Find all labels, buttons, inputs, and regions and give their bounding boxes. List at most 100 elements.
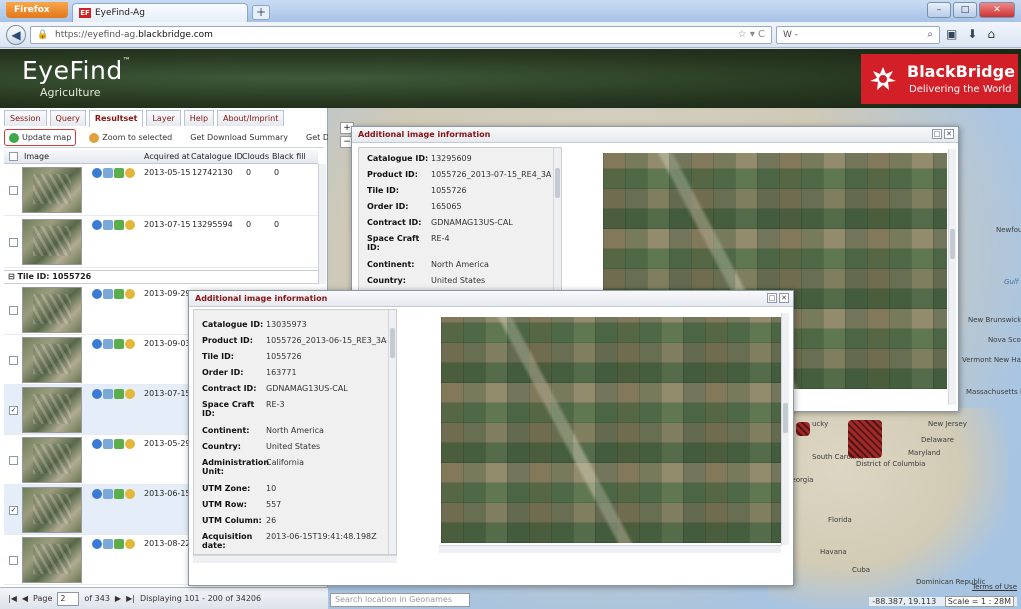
new-tab-button[interactable]: + — [252, 5, 270, 20]
tab-about[interactable]: About/Imprint — [217, 110, 285, 126]
download-icon[interactable] — [114, 339, 124, 349]
download-icon[interactable] — [114, 539, 124, 549]
close-icon[interactable]: ✕ — [979, 2, 1015, 18]
search-input[interactable]: W - ⌕ — [776, 26, 940, 44]
thumbnail-image[interactable] — [22, 167, 82, 213]
copy-icon[interactable] — [103, 489, 113, 499]
tab-resultset[interactable]: Resultset — [88, 110, 144, 127]
browser-tab[interactable]: EF EyeFind-Ag — [72, 3, 248, 22]
firefox-menu-button[interactable]: Firefox — [6, 2, 68, 18]
row-checkbox[interactable] — [9, 556, 18, 565]
copy-icon[interactable] — [103, 439, 113, 449]
thumbnail-image[interactable] — [22, 219, 82, 265]
window-title[interactable]: Additional image information — [352, 127, 958, 143]
bookmark-star-icon[interactable]: ☆ ▾ C — [738, 27, 765, 43]
info-icon[interactable] — [92, 489, 102, 499]
column-acquired[interactable]: Acquired at — [144, 152, 190, 161]
table-row[interactable]: 2013-05-15 12742130 0 0 — [4, 164, 318, 216]
minimize-icon[interactable]: – — [927, 2, 951, 18]
locate-icon[interactable] — [125, 168, 135, 178]
download-icon[interactable] — [114, 220, 124, 230]
download-icon[interactable] — [114, 489, 124, 499]
home-icon[interactable]: ⌂ — [987, 27, 995, 41]
back-arrow-icon[interactable]: ◀ — [6, 25, 26, 45]
column-clouds[interactable]: Clouds — [242, 152, 269, 161]
preview-scrollbar[interactable] — [781, 313, 789, 545]
row-checkbox[interactable] — [9, 456, 18, 465]
thumbnail-image[interactable] — [22, 287, 82, 333]
zoom-selected-button[interactable]: Zoom to selected — [84, 129, 177, 146]
locate-icon[interactable] — [125, 220, 135, 230]
thumbnail-image[interactable] — [22, 337, 82, 383]
download-icon[interactable] — [114, 439, 124, 449]
bookmarks-icon[interactable]: ▣ — [946, 27, 957, 41]
row-checkbox[interactable]: ✓ — [9, 506, 18, 515]
copy-icon[interactable] — [103, 389, 113, 399]
info-icon[interactable] — [92, 389, 102, 399]
tile-group-header[interactable]: ⊟ Tile ID: 1055726 — [4, 270, 318, 284]
tab-query[interactable]: Query — [49, 110, 86, 126]
page-number-input[interactable]: 2 — [57, 591, 80, 606]
row-checkbox[interactable]: ✓ — [9, 406, 18, 415]
info-icon[interactable] — [92, 339, 102, 349]
info-icon[interactable] — [92, 539, 102, 549]
properties-scrollbar[interactable] — [388, 310, 396, 554]
next-page-icon[interactable]: ▶ — [115, 594, 121, 603]
geonames-search-input[interactable]: Search location in Geonames — [330, 593, 470, 607]
copy-icon[interactable] — [103, 539, 113, 549]
copy-icon[interactable] — [103, 168, 113, 178]
footprint-marker[interactable] — [848, 420, 882, 458]
image-info-window[interactable]: Additional image information □ ✕ Catalog… — [188, 290, 794, 586]
tab-layer[interactable]: Layer — [146, 110, 181, 126]
first-page-icon[interactable]: |◀ — [8, 594, 17, 603]
info-icon[interactable] — [92, 168, 102, 178]
grid-scrollbar[interactable] — [318, 164, 326, 284]
copy-icon[interactable] — [103, 220, 113, 230]
last-page-icon[interactable]: ▶| — [126, 594, 135, 603]
restore-icon[interactable]: □ — [932, 129, 942, 139]
tab-help[interactable]: Help — [183, 110, 215, 126]
preview-scrollbar[interactable] — [948, 149, 956, 405]
prev-page-icon[interactable]: ◀ — [22, 594, 28, 603]
row-checkbox[interactable] — [9, 238, 18, 247]
locate-icon[interactable] — [125, 289, 135, 299]
download-icon[interactable]: ⬇ — [967, 27, 977, 41]
thumbnail-image[interactable] — [22, 487, 82, 533]
maximize-icon[interactable]: □ — [953, 2, 977, 18]
info-icon[interactable] — [92, 289, 102, 299]
properties-hscrollbar[interactable] — [193, 555, 397, 563]
copy-icon[interactable] — [103, 339, 113, 349]
update-map-button[interactable]: Update map — [4, 129, 77, 146]
row-checkbox[interactable] — [9, 356, 18, 365]
column-blackfill[interactable]: Black fill — [272, 152, 306, 161]
table-row[interactable]: 2013-07-15 13295594 0 0 — [4, 216, 318, 268]
info-icon[interactable] — [92, 220, 102, 230]
locate-icon[interactable] — [125, 339, 135, 349]
url-bar[interactable]: 🔒 https://eyefind-ag.blackbridge.com ☆ ▾… — [30, 26, 772, 44]
download-icon[interactable] — [114, 389, 124, 399]
window-title[interactable]: Additional image information — [189, 291, 793, 307]
copy-icon[interactable] — [103, 289, 113, 299]
download-icon[interactable] — [114, 289, 124, 299]
thumbnail-image[interactable] — [22, 387, 82, 433]
column-catalogue[interactable]: Catalogue ID — [191, 152, 243, 161]
search-icon[interactable]: ⌕ — [927, 27, 933, 43]
satellite-image-preview[interactable] — [441, 317, 781, 543]
row-checkbox[interactable] — [9, 306, 18, 315]
thumbnail-image[interactable] — [22, 537, 82, 583]
locate-icon[interactable] — [125, 489, 135, 499]
row-checkbox[interactable] — [9, 186, 18, 195]
thumbnail-image[interactable] — [22, 437, 82, 483]
select-all-checkbox[interactable] — [9, 152, 18, 161]
locate-icon[interactable] — [125, 439, 135, 449]
locate-icon[interactable] — [125, 389, 135, 399]
download-icon[interactable] — [114, 168, 124, 178]
tab-session[interactable]: Session — [4, 110, 47, 126]
terms-link[interactable]: Terms of Use — [972, 583, 1017, 591]
preview-hscrollbar[interactable] — [439, 545, 781, 553]
info-icon[interactable] — [92, 439, 102, 449]
locate-icon[interactable] — [125, 539, 135, 549]
restore-icon[interactable]: □ — [767, 293, 777, 303]
footprint-marker[interactable] — [796, 422, 810, 436]
close-icon[interactable]: ✕ — [944, 129, 954, 139]
